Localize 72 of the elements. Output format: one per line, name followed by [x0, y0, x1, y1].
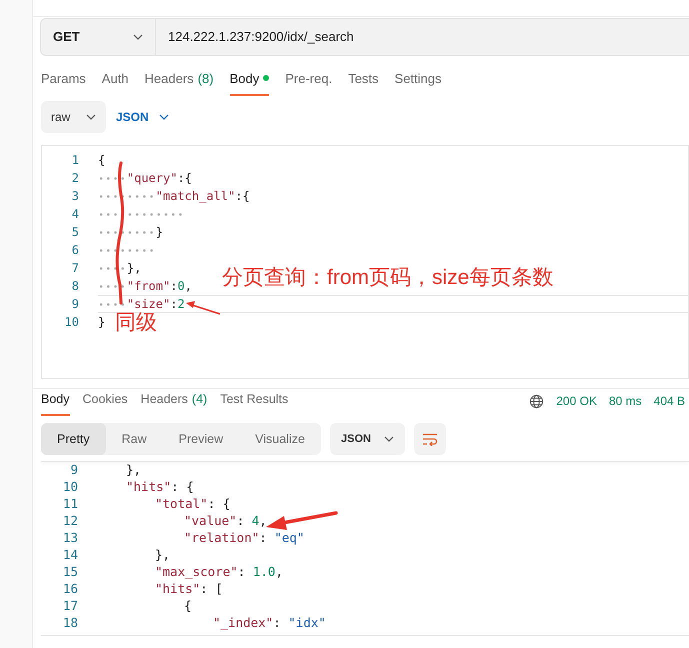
view-tab[interactable]: Preview	[162, 423, 240, 455]
line-number: 1	[70, 152, 79, 169]
view-tab[interactable]: Visualize	[239, 423, 321, 455]
code-line: "relation": "eq"	[184, 529, 304, 548]
response-time: 80 ms	[608, 393, 642, 410]
response-tab[interactable]: Test Results	[220, 390, 288, 416]
language-dropdown[interactable]: JSON	[114, 108, 171, 126]
status-code: 200 OK	[556, 393, 597, 410]
code-line: "query":{	[98, 170, 192, 186]
line-number: 17	[62, 597, 78, 616]
request-tab[interactable]: Auth	[102, 68, 129, 96]
code-line: "max_score": 1.0,	[155, 563, 283, 582]
request-tab[interactable]: Params	[41, 68, 86, 96]
request-tab[interactable]: Tests	[348, 68, 379, 96]
request-tab[interactable]: Headers (8)	[144, 68, 214, 96]
response-size: 404 B	[654, 393, 685, 410]
code-line: },	[126, 462, 142, 480]
line-number: 11	[62, 495, 78, 514]
response-language-dropdown[interactable]: JSON	[330, 423, 405, 455]
url-field[interactable]: 124.222.1.237:9200/idx/_search	[156, 18, 689, 56]
line-number: 10	[64, 314, 79, 331]
view-tab[interactable]: Pretty	[41, 423, 106, 455]
code-line: "value": 4,	[184, 512, 267, 530]
line-number: 4	[70, 206, 79, 223]
line-number: 12	[62, 512, 78, 530]
line-number: 3	[70, 188, 79, 205]
chevron-icon	[133, 34, 143, 40]
line-number: 9	[69, 462, 78, 480]
line-number: 8	[70, 278, 79, 295]
response-tab[interactable]: Headers (4)	[140, 390, 208, 416]
arrow-icon	[186, 301, 220, 315]
code-line: }	[98, 224, 163, 240]
response-tab[interactable]: Cookies	[82, 390, 128, 416]
line-number: 2	[70, 170, 79, 187]
arrow-icon	[266, 511, 338, 530]
line-number: 6	[70, 242, 79, 259]
code-line: "hits": {	[126, 478, 194, 496]
view-tab[interactable]: Raw	[106, 423, 163, 455]
line-number: 5	[70, 224, 79, 241]
code-line: },	[98, 260, 142, 276]
code-line: "from":0,	[98, 278, 192, 294]
annotation-note: 分页查询：from页码，size每页条数	[222, 265, 554, 291]
line-number: 10	[62, 478, 78, 496]
code-line: "total": {	[155, 495, 230, 514]
wrap-icon	[422, 432, 438, 446]
code-line: {	[184, 597, 192, 616]
code-line: {	[98, 152, 106, 168]
request-tab[interactable]: Settings	[394, 68, 442, 96]
line-number: 13	[62, 529, 78, 548]
code-line: "size":2	[98, 296, 185, 312]
response-tab[interactable]: Body	[41, 390, 70, 416]
code-line: "hits": [	[155, 580, 223, 598]
body-mode-dropdown[interactable]: raw	[41, 101, 106, 133]
code-line: },	[155, 546, 170, 564]
line-number: 7	[70, 260, 79, 277]
method-dropdown[interactable]: GET	[40, 18, 156, 56]
line-number: 15	[62, 563, 78, 582]
line-number: 9	[70, 296, 79, 313]
line-number: 14	[62, 546, 78, 564]
line-number: 16	[62, 580, 78, 598]
code-line: "match_all":{	[98, 188, 250, 204]
annotation-note: 同级	[115, 310, 157, 336]
globe-icon[interactable]	[529, 394, 544, 408]
line-number: 18	[62, 614, 78, 632]
chevron-icon	[384, 436, 394, 442]
wrap-lines-button[interactable]	[414, 423, 446, 455]
request-tab[interactable]: Pre-req.	[285, 68, 332, 96]
chevron-icon	[158, 114, 169, 120]
chevron-icon	[86, 114, 96, 120]
code-line: "_index": "idx"	[213, 614, 326, 632]
code-line: }	[98, 314, 106, 330]
request-tab[interactable]: Body	[230, 68, 270, 96]
